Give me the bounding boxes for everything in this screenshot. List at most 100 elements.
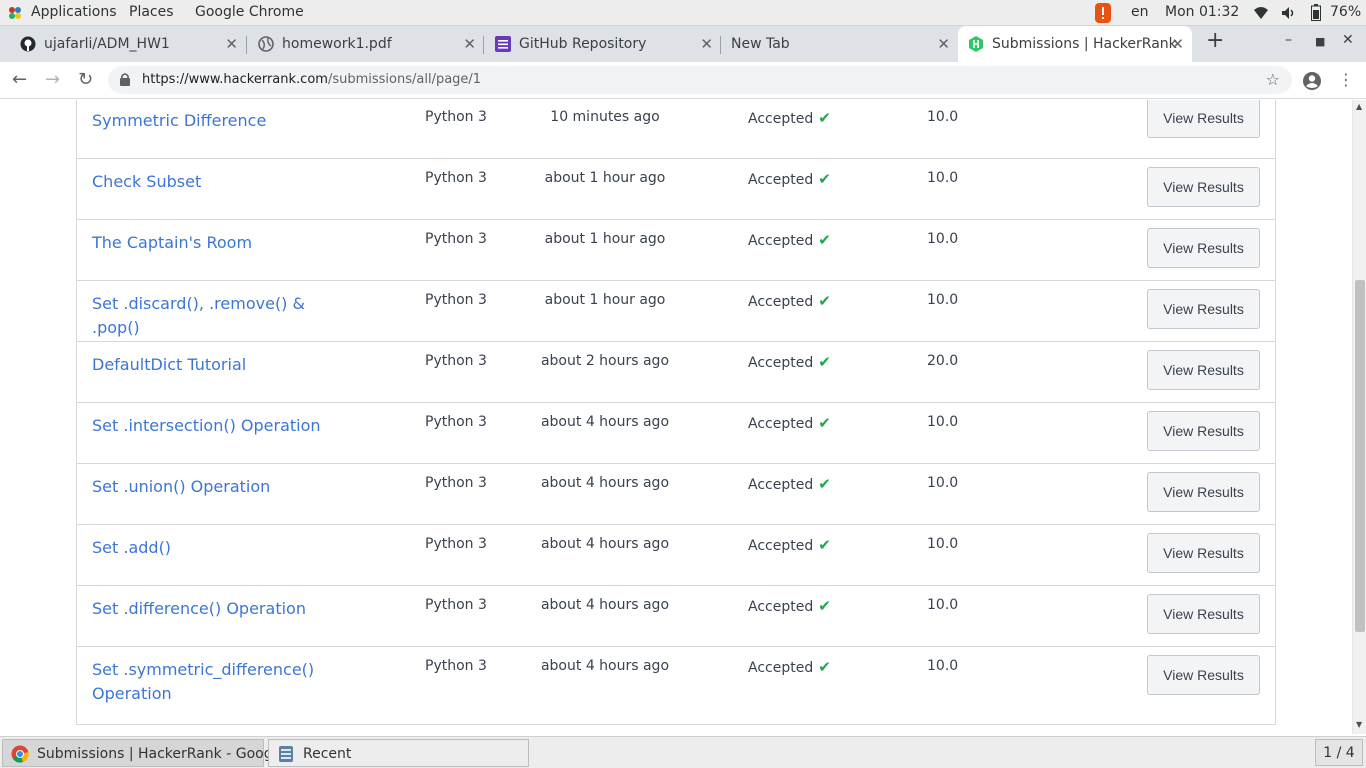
challenge-link[interactable]: Set .symmetric_difference() Operation — [92, 658, 342, 706]
hackerrank-icon — [969, 36, 983, 52]
battery-percent: 76% — [1330, 4, 1362, 20]
alert-icon[interactable] — [1093, 2, 1113, 24]
challenge-link[interactable]: Set .intersection() Operation — [92, 414, 342, 438]
checkmark-icon: ✔ — [818, 536, 831, 554]
checkmark-icon: ✔ — [818, 170, 831, 188]
view-results-button[interactable]: View Results — [1147, 289, 1260, 329]
forward-icon[interactable]: → — [45, 69, 60, 90]
close-icon[interactable]: ✕ — [937, 35, 950, 53]
checkmark-icon: ✔ — [818, 353, 831, 371]
scroll-up-arrow-icon[interactable]: ▲ — [1356, 102, 1362, 111]
app-menu-google-chrome[interactable]: Google Chrome — [195, 4, 304, 20]
checkmark-icon: ✔ — [818, 414, 831, 432]
submissions-table: Symmetric Difference Python 3 10 minutes… — [76, 100, 1276, 725]
taskbar-label: Submissions | HackerRank - Google... — [37, 746, 299, 762]
close-icon[interactable]: ✕ — [1171, 35, 1184, 53]
view-results-button[interactable]: View Results — [1147, 167, 1260, 207]
challenge-link[interactable]: Check Subset — [92, 170, 342, 194]
tab-new-tab[interactable]: New Tab ✕ — [712, 26, 958, 62]
status-text: Accepted — [748, 111, 814, 127]
tab-title: New Tab — [731, 36, 790, 52]
profile-avatar-icon[interactable] — [1302, 71, 1322, 91]
system-top-bar: Applications Places Google Chrome en Mon… — [0, 0, 1366, 26]
reload-icon[interactable]: ↻ — [78, 69, 93, 90]
tab-github-repo[interactable]: ujafarli/ADM_HW1 ✕ — [0, 26, 246, 62]
bookmark-star-icon[interactable]: ☆ — [1266, 70, 1280, 89]
lock-icon[interactable] — [120, 72, 130, 86]
challenge-link[interactable]: DefaultDict Tutorial — [92, 353, 342, 377]
table-row: Set .difference() Operation Python 3 abo… — [77, 586, 1275, 647]
time-cell: about 4 hours ago — [540, 414, 670, 430]
language-cell: Python 3 — [425, 109, 487, 125]
tab-title: GitHub Repository — [519, 36, 647, 52]
table-row: Set .intersection() Operation Python 3 a… — [77, 403, 1275, 464]
taskbar-item-chrome[interactable]: Submissions | HackerRank - Google... — [2, 739, 298, 767]
scroll-down-arrow-icon[interactable]: ▼ — [1356, 720, 1362, 729]
view-results-button[interactable]: View Results — [1147, 228, 1260, 268]
browser-toolbar: ← → ↻ https://www.hackerrank.com/submiss… — [0, 62, 1366, 99]
maximize-icon[interactable]: ■ — [1315, 35, 1325, 48]
status-text: Accepted — [748, 538, 814, 554]
address-bar[interactable]: https://www.hackerrank.com/submissions/a… — [108, 66, 1292, 94]
challenge-link[interactable]: Symmetric Difference — [92, 109, 342, 133]
keyboard-language[interactable]: en — [1131, 4, 1149, 20]
language-cell: Python 3 — [425, 597, 487, 613]
time-cell: 10 minutes ago — [550, 109, 660, 125]
close-icon[interactable]: ✕ — [225, 35, 238, 53]
table-row: Symmetric Difference Python 3 10 minutes… — [77, 100, 1275, 159]
language-cell: Python 3 — [425, 292, 487, 308]
score-cell: 20.0 — [927, 353, 959, 369]
challenge-link[interactable]: Set .difference() Operation — [92, 597, 342, 621]
status-cell: Accepted ✔ — [748, 597, 831, 615]
view-results-button[interactable]: View Results — [1147, 655, 1260, 695]
status-cell: Accepted ✔ — [748, 109, 831, 127]
view-results-button[interactable]: View Results — [1147, 594, 1260, 634]
tab-title: homework1.pdf — [282, 36, 392, 52]
table-row: Set .union() Operation Python 3 about 4 … — [77, 464, 1275, 525]
battery-icon[interactable] — [1311, 4, 1321, 21]
challenge-link[interactable]: The Captain's Room — [92, 231, 342, 255]
new-tab-icon[interactable]: + — [1206, 28, 1224, 53]
view-results-button[interactable]: View Results — [1147, 472, 1260, 512]
tab-homework-pdf[interactable]: homework1.pdf ✕ — [238, 26, 484, 62]
clock[interactable]: Mon 01:32 — [1165, 4, 1239, 20]
view-results-button[interactable]: View Results — [1147, 533, 1260, 573]
status-cell: Accepted ✔ — [748, 292, 831, 310]
scrollbar-thumb[interactable] — [1355, 280, 1365, 632]
time-cell: about 1 hour ago — [544, 292, 666, 308]
url-host: https://www.hackerrank.com — [142, 72, 328, 87]
workspace-pager[interactable]: 1 / 4 — [1315, 739, 1363, 766]
table-row: Check Subset Python 3 about 1 hour ago A… — [77, 159, 1275, 220]
minimize-icon[interactable]: – — [1285, 32, 1292, 48]
table-row: Set .add() Python 3 about 4 hours ago Ac… — [77, 525, 1275, 586]
wifi-icon[interactable] — [1253, 6, 1269, 20]
chrome-menu-icon[interactable]: ⋮ — [1338, 70, 1354, 89]
view-results-button[interactable]: View Results — [1147, 411, 1260, 451]
language-cell: Python 3 — [425, 231, 487, 247]
page-scrollbar[interactable]: ▲ ▼ — [1352, 100, 1366, 734]
forms-icon — [495, 36, 511, 52]
volume-icon[interactable] — [1281, 6, 1297, 20]
back-icon[interactable]: ← — [12, 69, 27, 90]
github-icon — [20, 36, 36, 52]
challenge-link[interactable]: Set .add() — [92, 536, 342, 560]
status-cell: Accepted ✔ — [748, 658, 831, 676]
table-row: Set .symmetric_difference() Operation Py… — [77, 647, 1275, 724]
taskbar-item-recent[interactable]: Recent — [268, 739, 529, 767]
view-results-button[interactable]: View Results — [1147, 100, 1260, 138]
taskbar-label: Recent — [303, 746, 352, 762]
challenge-link[interactable]: Set .discard(), .remove() & .pop() — [92, 292, 342, 340]
score-cell: 10.0 — [927, 231, 959, 247]
tab-title: ujafarli/ADM_HW1 — [44, 36, 170, 52]
url-text[interactable]: https://www.hackerrank.com/submissions/a… — [142, 72, 481, 87]
window-close-icon[interactable]: ✕ — [1342, 32, 1354, 48]
challenge-link[interactable]: Set .union() Operation — [92, 475, 342, 499]
tab-github-repository[interactable]: GitHub Repository ✕ — [475, 26, 721, 62]
status-text: Accepted — [748, 599, 814, 615]
status-text: Accepted — [748, 172, 814, 188]
view-results-button[interactable]: View Results — [1147, 350, 1260, 390]
applications-menu[interactable]: Applications — [31, 4, 117, 20]
places-menu[interactable]: Places — [129, 4, 174, 20]
status-cell: Accepted ✔ — [748, 414, 831, 432]
tab-hackerrank-submissions[interactable]: Submissions | HackerRank ✕ — [958, 26, 1192, 62]
